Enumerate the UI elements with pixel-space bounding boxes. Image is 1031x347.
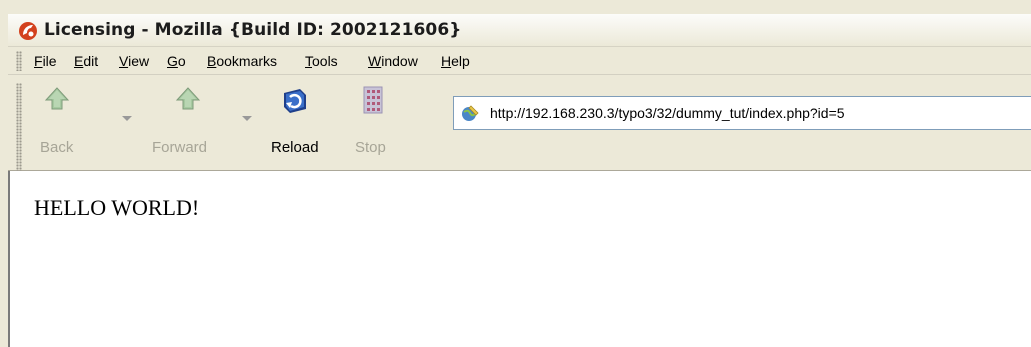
menu-help[interactable]: Help [441, 52, 470, 70]
back-label: Back [40, 139, 74, 156]
page-content: HELLO WORLD! [8, 171, 1031, 347]
menu-window[interactable]: Window [368, 52, 418, 70]
page-proxy-icon[interactable] [460, 103, 480, 123]
menu-bar: File Edit View Go Bookmarks Tools Window… [8, 47, 1031, 75]
menubar-grip[interactable] [16, 51, 22, 71]
back-arrow-icon [44, 87, 70, 110]
stop-label: Stop [355, 139, 386, 156]
menu-file[interactable]: File [34, 52, 57, 70]
menu-go[interactable]: Go [167, 52, 186, 70]
title-bar: Licensing - Mozilla {Build ID: 200212160… [8, 14, 1031, 47]
back-dropdown-icon[interactable] [122, 116, 132, 121]
stop-icon [363, 86, 383, 114]
forward-arrow-icon [175, 87, 201, 110]
reload-label: Reload [271, 139, 319, 156]
url-input[interactable]: http://192.168.230.3/typo3/32/dummy_tut/… [490, 103, 845, 123]
reload-icon [284, 89, 306, 113]
forward-button[interactable]: Forward [148, 81, 228, 163]
url-bar[interactable]: http://192.168.230.3/typo3/32/dummy_tut/… [453, 96, 1031, 130]
back-button[interactable]: Back [30, 81, 82, 163]
navigation-toolbar: Back Forward Reload Stop http://192.168.… [8, 75, 1031, 171]
stop-button[interactable]: Stop [352, 81, 396, 163]
toolbar-grip[interactable] [16, 83, 22, 171]
forward-label: Forward [152, 139, 208, 156]
menu-bookmarks[interactable]: Bookmarks [207, 52, 277, 70]
forward-dropdown-icon[interactable] [242, 116, 252, 121]
menu-view[interactable]: View [119, 52, 149, 70]
browser-window: Licensing - Mozilla {Build ID: 200212160… [0, 0, 1031, 347]
menu-tools[interactable]: Tools [305, 52, 338, 70]
window-title: Licensing - Mozilla {Build ID: 200212160… [44, 20, 462, 40]
reload-button[interactable]: Reload [266, 81, 326, 163]
page-body-text: HELLO WORLD! [34, 195, 200, 220]
menu-edit[interactable]: Edit [74, 52, 98, 70]
mozilla-logo-icon [19, 22, 37, 40]
